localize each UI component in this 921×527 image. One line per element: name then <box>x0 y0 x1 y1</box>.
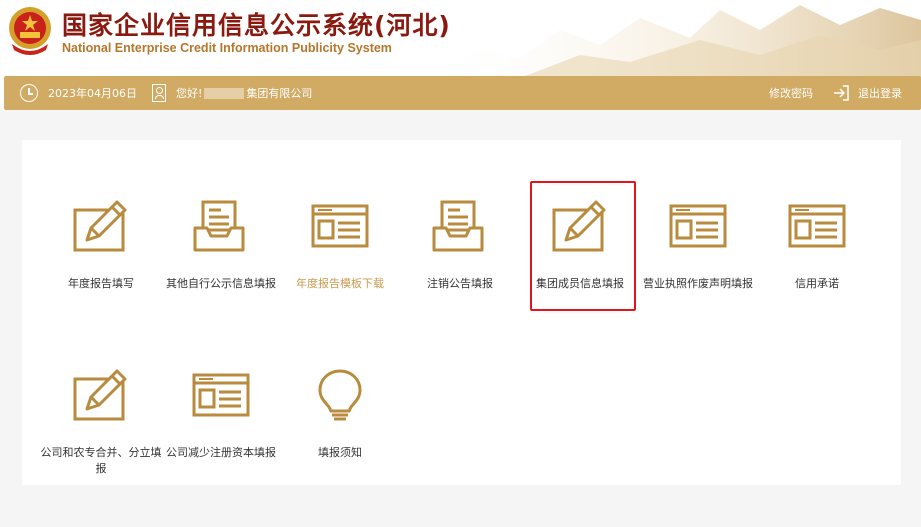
logout-label[interactable]: 退出登录 <box>858 85 902 101</box>
inbox-tray-icon <box>432 200 484 252</box>
form-window-icon <box>311 204 369 248</box>
redacted-company-name <box>204 87 245 99</box>
tile-label: 填报须知 <box>318 446 362 459</box>
tile-label: 年度报告模板下载 <box>296 277 384 290</box>
logout-icon <box>834 85 849 101</box>
form-window-icon <box>192 373 250 417</box>
national-emblem-icon <box>9 7 51 55</box>
current-date: 2023年04月06日 <box>48 87 137 100</box>
tile-label: 注销公告填报 <box>427 277 493 290</box>
user-greeting: 您好! 集团有限公司 <box>152 76 312 110</box>
tile-label: 公司和农专合并、分立填报 <box>40 446 162 475</box>
selection-highlight <box>530 181 636 311</box>
edit-pen-icon <box>73 369 127 421</box>
change-password-label[interactable]: 修改密码 <box>769 85 813 101</box>
service-panel <box>22 140 901 485</box>
logout-link[interactable]: 退出登录 <box>832 76 902 110</box>
site-header: 国家企业信用信息公示系统(河北) National Enterprise Cre… <box>0 0 921 78</box>
form-window-icon <box>788 204 846 248</box>
lightbulb-icon <box>318 369 362 421</box>
inbox-tray-icon <box>193 200 245 252</box>
tile-label: 年度报告填写 <box>68 277 134 290</box>
greeting-text: 您好! <box>176 87 203 100</box>
site-title-english: National Enterprise Credit Information P… <box>62 41 392 55</box>
site-title: 国家企业信用信息公示系统(河北) <box>62 11 451 40</box>
date-display: 2023年04月06日 <box>20 76 137 110</box>
user-toolbar: 2023年04月06日 您好! 集团有限公司 修改密码 退出登录 <box>4 76 921 110</box>
form-window-icon <box>669 204 727 248</box>
tile-label: 信用承诺 <box>795 277 839 290</box>
clock-icon <box>20 84 38 102</box>
edit-pen-icon <box>73 200 127 252</box>
change-password-link[interactable]: 修改密码 <box>769 76 813 110</box>
company-suffix: 集团有限公司 <box>246 87 313 100</box>
user-badge-icon <box>152 84 166 102</box>
